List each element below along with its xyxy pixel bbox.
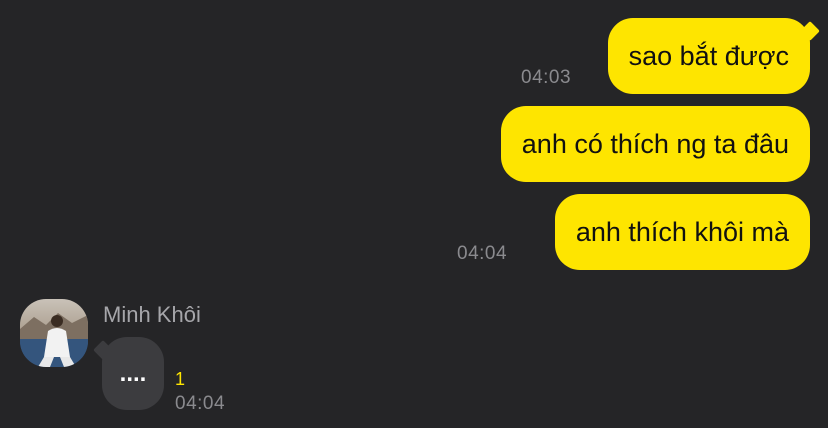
avatar[interactable] [20,299,88,367]
unread-count-badge: 1 [175,369,186,389]
chat-view[interactable]: 04:03 sao bắt được anh có thích ng ta đâ… [0,0,828,428]
outgoing-message-bubble[interactable]: sao bắt được [607,18,810,94]
message-timestamp: 04:04 [457,243,508,264]
outgoing-message-bubble[interactable]: anh thích khôi mà [554,194,810,270]
message-timestamp: 04:04 [175,393,226,414]
sender-name: Minh Khôi [103,302,201,327]
profile-photo-icon [20,299,88,367]
outgoing-message-bubble[interactable]: anh có thích ng ta đâu [500,106,810,182]
incoming-message-bubble[interactable]: .... [102,337,164,410]
message-timestamp: 04:03 [521,67,572,88]
